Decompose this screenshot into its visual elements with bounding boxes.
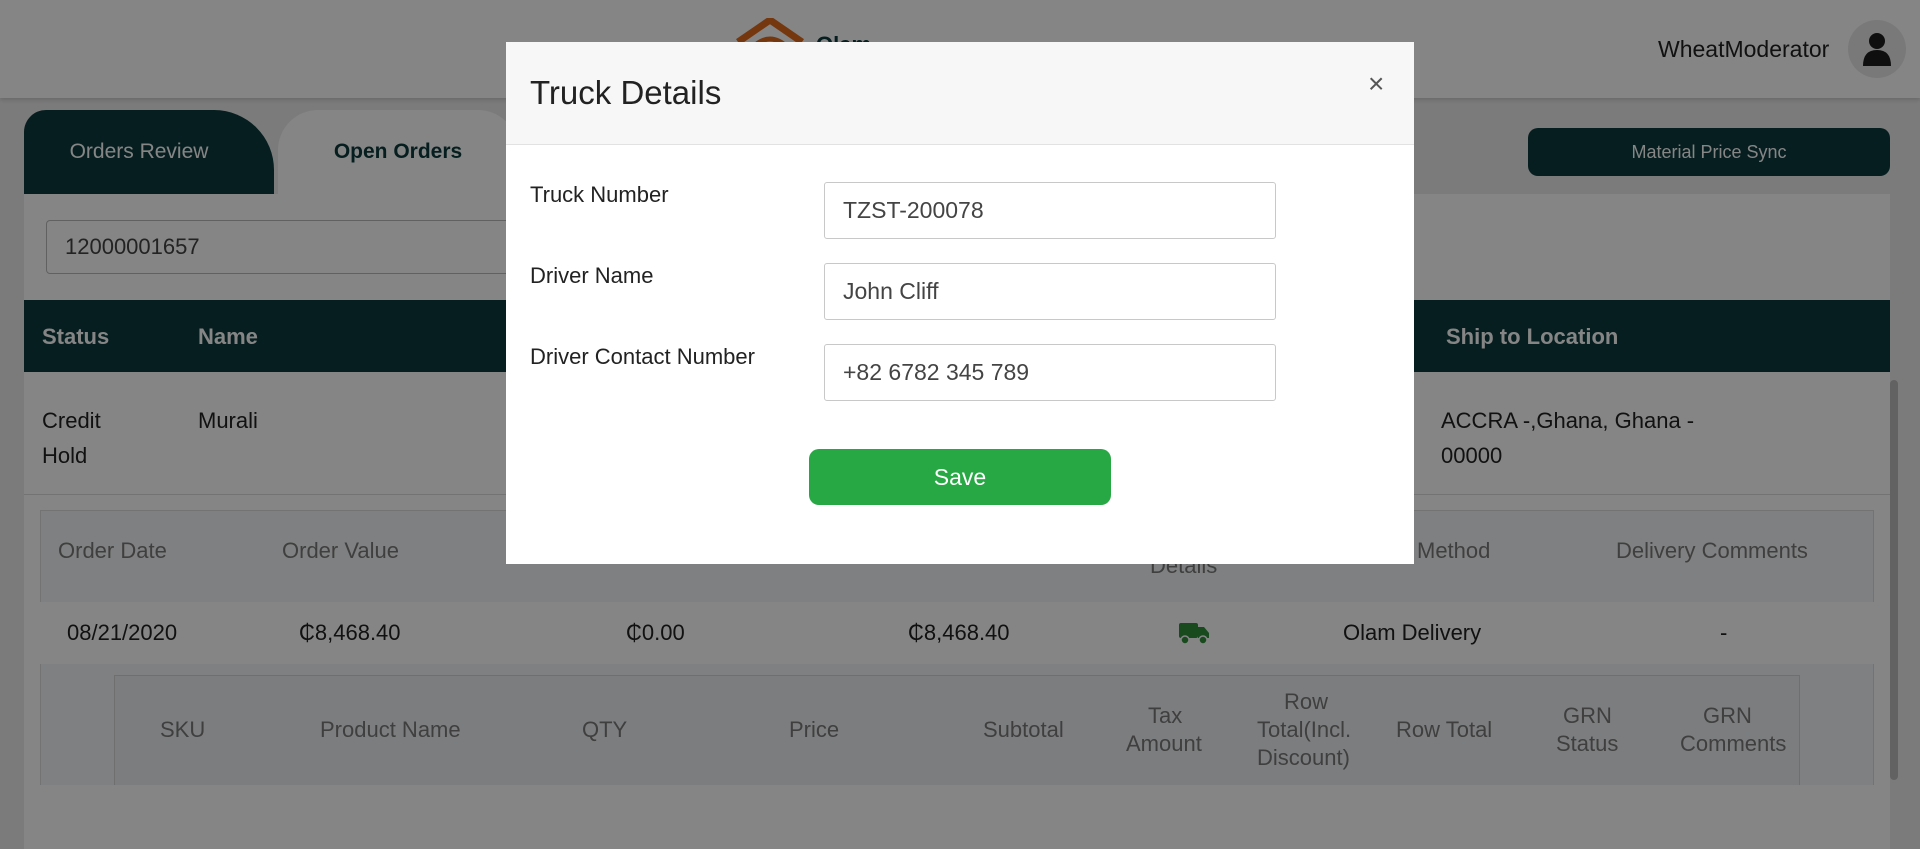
modal-header: Truck Details ×: [506, 42, 1414, 145]
truck-number-label: Truck Number: [530, 182, 669, 207]
driver-name-label: Driver Name: [530, 263, 654, 288]
close-icon[interactable]: ×: [1368, 68, 1384, 100]
truck-number-input[interactable]: [824, 182, 1276, 239]
truck-details-modal: Truck Details × Truck Number Driver Name…: [506, 42, 1414, 564]
driver-contact-label: Driver Contact Number: [530, 344, 755, 369]
modal-title: Truck Details: [530, 74, 722, 111]
save-button[interactable]: Save: [809, 449, 1111, 505]
driver-contact-input[interactable]: [824, 344, 1276, 401]
driver-name-input[interactable]: [824, 263, 1276, 320]
